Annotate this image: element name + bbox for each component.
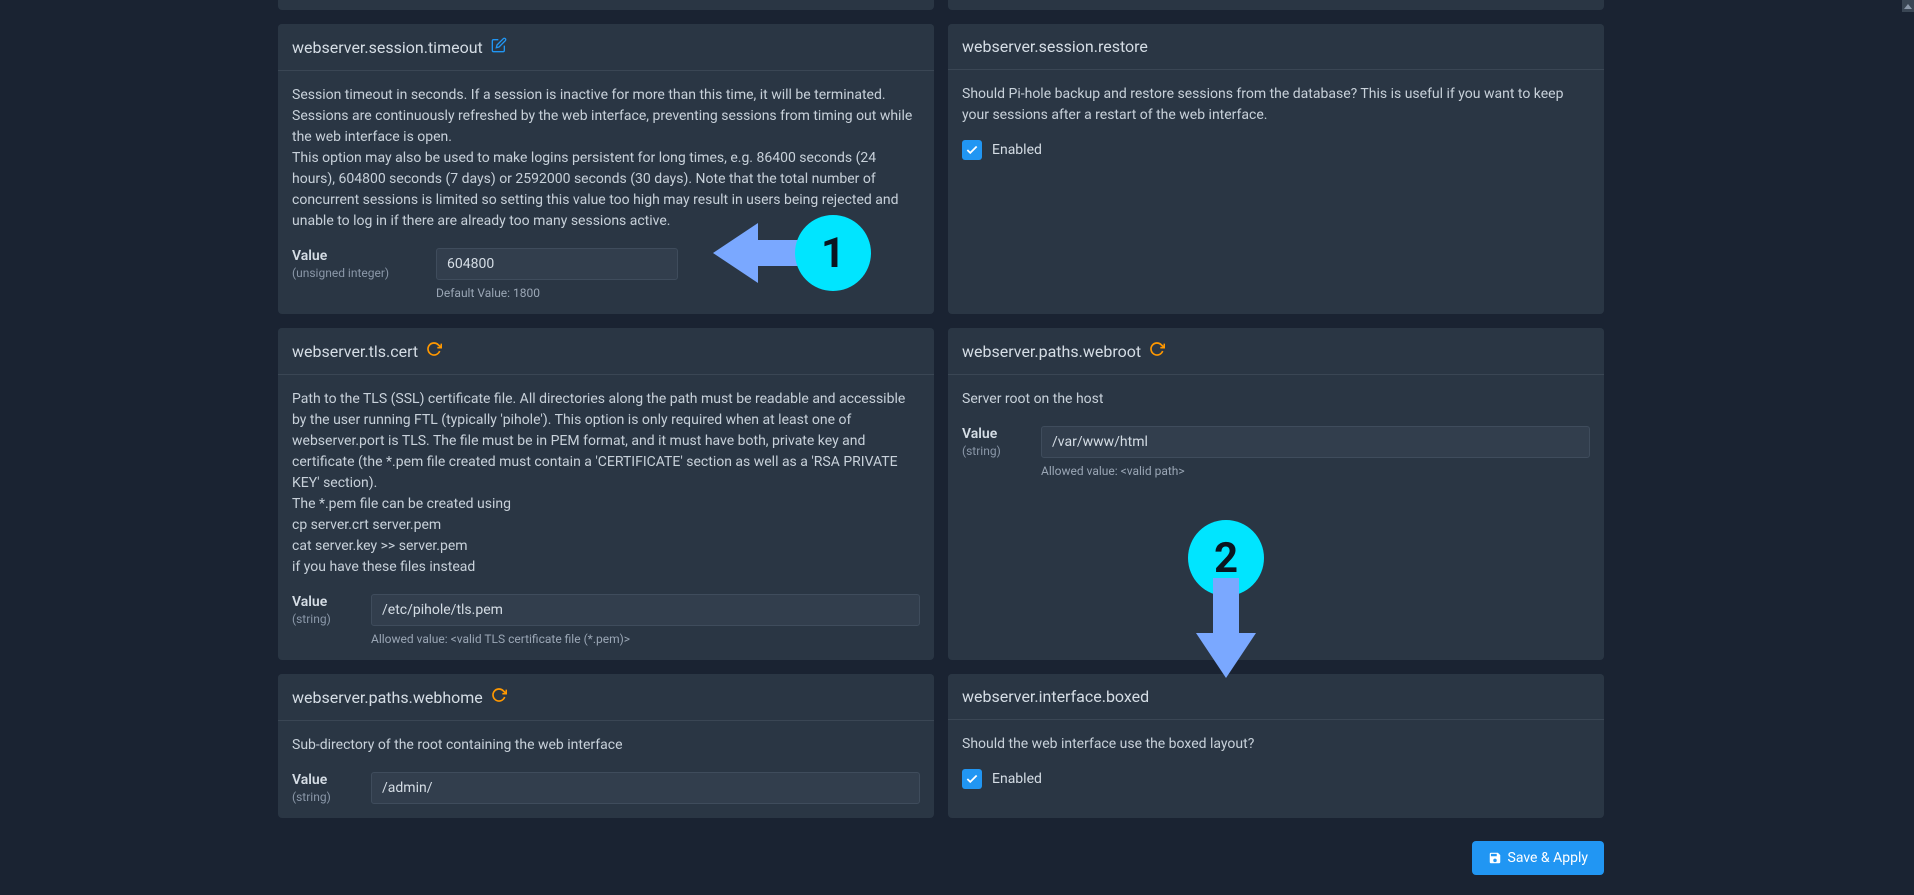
card-partial-top-left — [278, 0, 934, 10]
save-apply-button[interactable]: Save & Apply — [1472, 841, 1604, 875]
form-label: Value (unsigned integer) — [292, 248, 422, 280]
card-title: webserver.session.timeout — [292, 38, 483, 57]
annotation-arrow-2: 2 — [1188, 520, 1264, 678]
description-text: Server root on the host — [962, 389, 1590, 410]
value-type: (string) — [962, 444, 1027, 458]
card-tls-cert: webserver.tls.cert Path to the TLS (SSL)… — [278, 328, 934, 660]
description-text: cp server.crt server.pem — [292, 515, 920, 536]
card-session-restore: webserver.session.restore Should Pi-hole… — [948, 24, 1604, 314]
save-icon — [1488, 851, 1502, 865]
tlscert-input[interactable] — [371, 594, 920, 626]
enabled-checkbox[interactable] — [962, 769, 982, 789]
form-label: Value (string) — [292, 772, 357, 804]
card-title: webserver.interface.boxed — [962, 687, 1149, 706]
card-title: webserver.paths.webroot — [962, 342, 1141, 361]
description: Should the web interface use the boxed l… — [962, 734, 1590, 755]
card-body: Sub-directory of the root containing the… — [278, 721, 934, 818]
card-title: webserver.tls.cert — [292, 342, 418, 361]
card-header: webserver.paths.webroot — [948, 328, 1604, 375]
description: Sub-directory of the root containing the… — [292, 735, 920, 756]
description-text: Session timeout in seconds. If a session… — [292, 85, 920, 148]
edit-icon[interactable] — [491, 37, 507, 57]
refresh-icon[interactable] — [426, 341, 442, 361]
description-text: if you have these files instead — [292, 557, 920, 578]
card-body: Path to the TLS (SSL) certificate file. … — [278, 375, 934, 660]
card-header: webserver.session.restore — [948, 24, 1604, 70]
description: Path to the TLS (SSL) certificate file. … — [292, 389, 920, 578]
allowed-hint: Allowed value: <valid path> — [1041, 464, 1590, 478]
checkbox-row: Enabled — [962, 140, 1590, 160]
description-text: Should Pi-hole backup and restore sessio… — [962, 84, 1590, 126]
form-value — [371, 772, 920, 804]
description: Session timeout in seconds. If a session… — [292, 85, 920, 232]
description-text: cat server.key >> server.pem — [292, 536, 920, 557]
main-content: webserver.session.timeout Session timeou… — [268, 0, 1614, 895]
annotation-arrow-1: 1 — [713, 215, 871, 291]
value-type: (string) — [292, 612, 357, 626]
timeout-input[interactable] — [436, 248, 678, 280]
value-label: Value — [292, 248, 327, 264]
card-paths-webhome: webserver.paths.webhome Sub-directory of… — [278, 674, 934, 818]
checkbox-row: Enabled — [962, 769, 1590, 789]
form-row: Value (string) Allowed value: <valid pat… — [962, 426, 1590, 478]
form-row: Value (string) — [292, 772, 920, 804]
enabled-label[interactable]: Enabled — [992, 771, 1042, 787]
description-text: The *.pem file can be created using — [292, 494, 920, 515]
description-text: Path to the TLS (SSL) certificate file. … — [292, 389, 920, 494]
allowed-hint: Allowed value: <valid TLS certificate fi… — [371, 632, 920, 646]
card-header: webserver.paths.webhome — [278, 674, 934, 721]
value-type: (unsigned integer) — [292, 266, 422, 280]
form-label: Value (string) — [292, 594, 357, 626]
card-header: webserver.interface.boxed — [948, 674, 1604, 720]
card-header: webserver.session.timeout — [278, 24, 934, 71]
value-label: Value — [292, 772, 327, 788]
card-partial-top-right — [948, 0, 1604, 10]
webhome-input[interactable] — [371, 772, 920, 804]
annotation-number: 1 — [795, 215, 871, 291]
value-type: (string) — [292, 790, 357, 804]
enabled-checkbox[interactable] — [962, 140, 982, 160]
form-label: Value (string) — [962, 426, 1027, 458]
form-value: Allowed value: <valid TLS certificate fi… — [371, 594, 920, 646]
arrow-icon — [1188, 578, 1264, 678]
description: Server root on the host — [962, 389, 1590, 410]
description: Should Pi-hole backup and restore sessio… — [962, 84, 1590, 126]
card-title: webserver.session.restore — [962, 37, 1148, 56]
save-label: Save & Apply — [1508, 850, 1588, 866]
right-space — [1614, 0, 1914, 895]
form-row: Value (string) Allowed value: <valid TLS… — [292, 594, 920, 646]
card-body: Server root on the host Value (string) A… — [948, 375, 1604, 492]
card-title: webserver.paths.webhome — [292, 688, 483, 707]
value-label: Value — [292, 594, 327, 610]
form-value: Allowed value: <valid path> — [1041, 426, 1590, 478]
webroot-input[interactable] — [1041, 426, 1590, 458]
card-interface-boxed: webserver.interface.boxed Should the web… — [948, 674, 1604, 818]
card-header: webserver.tls.cert — [278, 328, 934, 375]
enabled-label[interactable]: Enabled — [992, 142, 1042, 158]
description-text: Sub-directory of the root containing the… — [292, 735, 920, 756]
sidebar-space — [0, 0, 268, 895]
refresh-icon[interactable] — [491, 687, 507, 707]
scroll-up-icon[interactable] — [1902, 0, 1914, 12]
value-label: Value — [962, 426, 997, 442]
refresh-icon[interactable] — [1149, 341, 1165, 361]
description-text: Should the web interface use the boxed l… — [962, 734, 1590, 755]
card-body: Should Pi-hole backup and restore sessio… — [948, 70, 1604, 174]
card-body: Should the web interface use the boxed l… — [948, 720, 1604, 803]
card-paths-webroot: webserver.paths.webroot Server root on t… — [948, 328, 1604, 660]
